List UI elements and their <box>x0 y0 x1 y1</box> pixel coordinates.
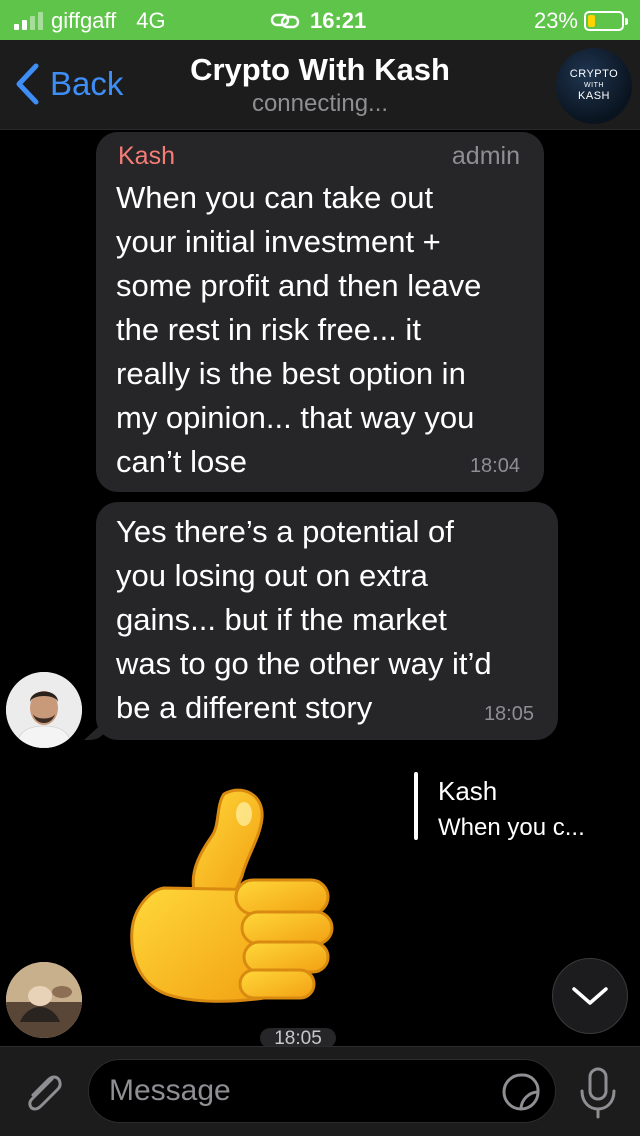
voice-record-button[interactable] <box>576 1065 620 1121</box>
carrier-name: giffgaff <box>51 8 117 33</box>
reply-text: When you c... <box>438 814 585 841</box>
sticker-button[interactable] <box>501 1072 541 1112</box>
chevron-down-icon <box>572 987 608 1005</box>
sender-avatar[interactable] <box>6 962 82 1038</box>
paperclip-icon <box>28 1075 62 1111</box>
message-text: When you can take out your initial inves… <box>116 180 482 479</box>
status-right: 23% <box>533 8 628 34</box>
attach-button[interactable] <box>18 1067 68 1117</box>
network-type: 4G <box>136 8 166 33</box>
battery-percent: 23% <box>533 8 578 33</box>
person-photo-icon <box>6 672 82 748</box>
channel-avatar[interactable]: CRYPTO WITH KASH <box>556 48 632 124</box>
link-icon <box>270 13 300 29</box>
avatar-text-line3: KASH <box>578 90 610 103</box>
message-time: 18:05 <box>483 703 534 725</box>
admin-badge: admin <box>451 142 520 170</box>
signal-icon <box>14 12 43 30</box>
battery-icon <box>584 11 628 31</box>
message-text: Yes there’s a potential of you losing ou… <box>116 514 492 725</box>
message-time: 18:04 <box>469 455 520 477</box>
status-center: 16:21 <box>270 8 366 34</box>
status-bar: giffgaff 4G 16:21 23% <box>0 0 640 40</box>
person-photo-icon <box>6 962 82 1038</box>
connection-status: connecting... <box>251 90 389 117</box>
message-input-bar <box>0 1046 640 1136</box>
message-time: 18:05 <box>260 1028 336 1048</box>
message-bubble[interactable]: Yes there’s a potential of you losing ou… <box>96 502 558 740</box>
scroll-to-bottom-button[interactable] <box>552 958 628 1034</box>
message-bubble[interactable]: Kash admin When you can take out your in… <box>96 132 544 492</box>
sticker-icon <box>502 1073 540 1111</box>
avatar-text-line2: WITH <box>584 81 604 89</box>
sender-name[interactable]: Kash <box>118 142 175 171</box>
message-input[interactable] <box>109 1060 499 1122</box>
message-field[interactable] <box>88 1059 556 1123</box>
reply-preview[interactable]: Kash When you c... <box>414 772 624 841</box>
battery-fill <box>588 15 596 27</box>
thumbs-up-sticker[interactable] <box>124 780 344 1008</box>
microphone-icon <box>580 1067 616 1119</box>
sender-avatar[interactable] <box>6 672 82 748</box>
clock: 16:21 <box>310 8 367 33</box>
reply-bar <box>414 772 418 840</box>
avatar-text-line1: CRYPTO <box>569 67 619 80</box>
thumbs-up-icon <box>130 788 334 1003</box>
reply-sender: Kash <box>438 776 498 806</box>
chat-header: Back Crypto With Kash connecting... CRYP… <box>0 40 640 130</box>
status-left: giffgaff 4G <box>14 8 166 34</box>
